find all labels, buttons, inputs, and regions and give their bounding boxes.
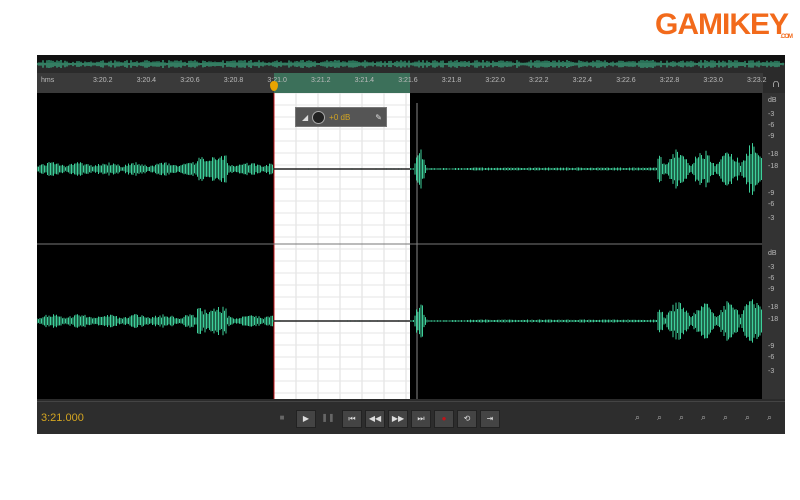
current-time[interactable]: 3:21.000 — [41, 412, 84, 424]
zoom-out-amplitude-icon[interactable]: ⌕ — [657, 412, 662, 423]
volume-knob[interactable] — [312, 111, 325, 124]
ruler-tick: 3:20.2 — [93, 77, 112, 84]
db-label: -9 — [768, 190, 774, 197]
ruler-tick: 3:22.8 — [660, 77, 679, 84]
ruler-tick: 3:21.6 — [398, 77, 417, 84]
ruler-tick: 3:23.0 — [703, 77, 722, 84]
db-label: -9 — [768, 133, 774, 140]
db-label: -18 — [768, 316, 778, 323]
headphones-icon[interactable]: ∩ — [767, 73, 785, 93]
db-label: dB — [768, 250, 777, 257]
ruler-tick: 3:20.4 — [137, 77, 156, 84]
db-label: -18 — [768, 304, 778, 311]
volume-value: +0 dB — [329, 113, 350, 122]
selection-range[interactable] — [274, 73, 410, 93]
db-label: -3 — [768, 368, 774, 375]
ruler-tick: 3:23.2 — [747, 77, 766, 84]
audio-editor: hms 3:20.2 3:20.4 3:20.6 3:20.8 3:21.0 3:21.2… — [37, 55, 785, 433]
ruler-tick: 3:22.2 — [529, 77, 548, 84]
db-label: -6 — [768, 122, 774, 129]
zoom-out-selection-icon[interactable]: ⌕ — [767, 412, 772, 423]
zoom-full-icon[interactable]: ⌕ — [723, 412, 728, 423]
db-label: -3 — [768, 111, 774, 118]
ruler-tick: 3:21.4 — [355, 77, 374, 84]
volume-hud[interactable]: ◢ +0 dB ✎ — [295, 107, 387, 127]
overview-waveform — [37, 60, 785, 68]
ruler-tick: 3:21.8 — [442, 77, 461, 84]
db-label: -9 — [768, 286, 774, 293]
go-to-start-button[interactable]: ⏮ — [342, 410, 362, 428]
play-button[interactable]: ▶ — [296, 410, 316, 428]
overview-strip[interactable] — [37, 55, 785, 63]
zoom-in-amplitude-icon[interactable]: ⌕ — [635, 412, 640, 423]
pause-button[interactable]: ❚❚ — [319, 410, 337, 426]
ruler-tick: 3:22.6 — [616, 77, 635, 84]
fast-forward-button[interactable]: ▶▶ — [388, 410, 408, 428]
rewind-button[interactable]: ◀◀ — [365, 410, 385, 428]
amplitude-scale: dB -3 -6 -9 -18 -18 -9 -6 -3 dB -3 -6 -9 -18 -18 -9 -6 -3 — [762, 93, 785, 399]
ruler-tick: 3:20.6 — [180, 77, 199, 84]
waveform-display[interactable] — [37, 93, 762, 399]
skip-selection-button[interactable]: ⇥ — [480, 410, 500, 428]
gamikey-logo: GAMIKEY .COM — [655, 8, 788, 42]
pin-icon[interactable]: ✎ — [375, 113, 382, 122]
stop-button[interactable]: ■ — [273, 410, 291, 426]
db-label: -9 — [768, 343, 774, 350]
db-label: -6 — [768, 354, 774, 361]
db-label: dB — [768, 97, 777, 104]
selection-area[interactable] — [274, 93, 410, 399]
zoom-out-time-icon[interactable]: ⌕ — [701, 412, 706, 423]
db-label: -6 — [768, 275, 774, 282]
timeline-ruler[interactable]: hms 3:20.2 3:20.4 3:20.6 3:20.8 3:21.0 3:21.2… — [37, 73, 763, 94]
db-label: -18 — [768, 151, 778, 158]
db-label: -3 — [768, 215, 774, 222]
transport-bar: 3:21.000 ■ ▶ ❚❚ ⏮ ◀◀ ▶▶ ⏭ ● ⟲ ⇥ ⌕ ⌕ ⌕ ⌕ ⌕ ⌕ ⌕ — [37, 401, 785, 434]
loop-button[interactable]: ⟲ — [457, 410, 477, 428]
level-icon: ◢ — [302, 113, 308, 122]
zoom-in-time-icon[interactable]: ⌕ — [679, 412, 684, 423]
go-to-end-button[interactable]: ⏭ — [411, 410, 431, 428]
ruler-tick: 3:20.8 — [224, 77, 243, 84]
db-label: -6 — [768, 201, 774, 208]
ruler-tick: 3:21.2 — [311, 77, 330, 84]
db-label: -3 — [768, 264, 774, 271]
db-label: -18 — [768, 163, 778, 170]
record-button[interactable]: ● — [434, 410, 454, 428]
ruler-unit: hms — [41, 77, 54, 84]
ruler-tick: 3:22.4 — [573, 77, 592, 84]
zoom-in-selection-icon[interactable]: ⌕ — [745, 412, 750, 423]
ruler-tick: 3:22.0 — [485, 77, 504, 84]
